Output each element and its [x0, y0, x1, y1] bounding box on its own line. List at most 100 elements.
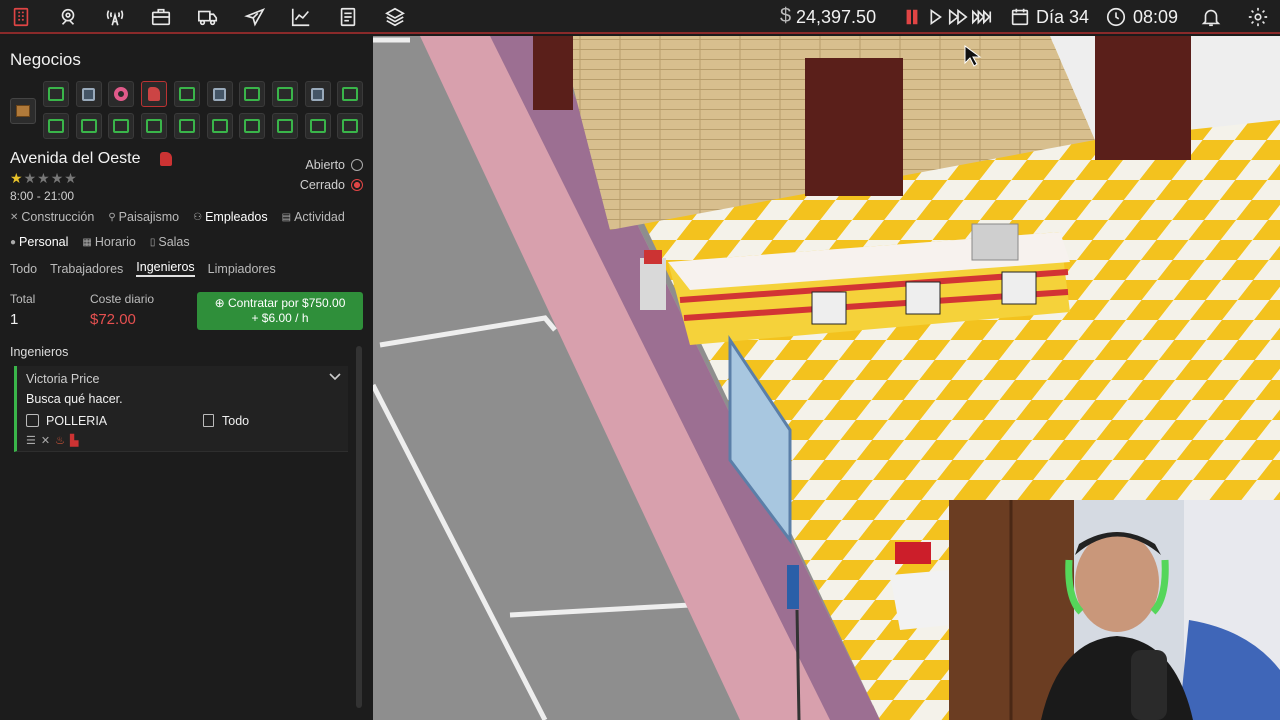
- filter-limpiadores[interactable]: Limpiadores: [208, 260, 276, 277]
- employee-location: POLLERIA: [46, 414, 108, 428]
- business-slot[interactable]: [75, 81, 102, 107]
- tab-personal[interactable]: ● Personal: [10, 235, 68, 249]
- checklist-icon: ☰: [26, 435, 36, 447]
- register-icon: [80, 119, 97, 133]
- panel-title: Negocios: [10, 50, 81, 69]
- register-icon: [113, 119, 130, 133]
- fastest-forward-icon[interactable]: [969, 4, 995, 30]
- business-slot[interactable]: [173, 113, 200, 139]
- chart-icon[interactable]: [288, 4, 314, 30]
- register-icon: [309, 119, 326, 133]
- sub-tabs: ● Personal ▦ Horario ▯ Salas: [10, 235, 190, 249]
- machine-icon: [82, 87, 96, 101]
- total-label: Total: [10, 292, 36, 306]
- bell-icon[interactable]: [1198, 4, 1224, 30]
- business-slot[interactable]: [271, 81, 298, 107]
- closed-radio[interactable]: [351, 179, 363, 191]
- truck-icon[interactable]: [195, 4, 221, 30]
- register-icon: [178, 87, 195, 101]
- document-icon[interactable]: [335, 4, 361, 30]
- business-slot[interactable]: [108, 81, 135, 107]
- chicken-icon: [148, 87, 161, 101]
- fast-forward-icon[interactable]: [945, 4, 971, 30]
- briefcase-icon[interactable]: [148, 4, 174, 30]
- business-slot[interactable]: [304, 81, 331, 107]
- person-icon: ●: [10, 236, 17, 248]
- door: [1095, 36, 1191, 160]
- business-slot[interactable]: [108, 113, 135, 139]
- day-counter: Día 34: [1036, 7, 1090, 27]
- airplane-icon[interactable]: [242, 4, 268, 30]
- open-option[interactable]: Abierto: [305, 158, 363, 172]
- hire-button[interactable]: ⊕ Contratar por $750.00 + $6.00 / h: [197, 292, 363, 330]
- employee-character[interactable]: [640, 258, 666, 310]
- business-slot[interactable]: [304, 113, 331, 139]
- register-icon: [342, 119, 359, 133]
- daily-cost-value: $72.00: [90, 311, 136, 328]
- fire-icon: ♨: [55, 435, 65, 447]
- tab-construccion[interactable]: ✕ Construcción: [10, 210, 94, 224]
- main-tabs: ✕ Construcción ⚲ Paisajismo ⚇ Empleados ▤ Ac…: [10, 210, 345, 224]
- register-icon: [178, 119, 195, 133]
- open-radio[interactable]: [351, 159, 363, 171]
- star-icon: ★: [23, 170, 38, 186]
- gear-icon[interactable]: [1245, 4, 1271, 30]
- business-slot[interactable]: [75, 113, 102, 139]
- streamer-face: [1075, 532, 1159, 632]
- donut-icon: [114, 87, 129, 101]
- business-slot[interactable]: [43, 81, 69, 107]
- register-icon: [244, 119, 261, 133]
- tab-empleados[interactable]: ⚇ Empleados: [193, 210, 268, 224]
- shovel-icon: ⚲: [108, 211, 116, 223]
- filter-ingenieros[interactable]: Ingenieros: [136, 260, 195, 277]
- broadcast-icon[interactable]: [102, 4, 128, 30]
- layers-icon[interactable]: [382, 4, 408, 30]
- business-slot[interactable]: [173, 81, 200, 107]
- register-icon: [146, 119, 163, 133]
- business-slot[interactable]: [206, 81, 233, 107]
- employee-room: Todo: [222, 414, 250, 428]
- business-slot[interactable]: [141, 81, 168, 107]
- business-slot[interactable]: [337, 81, 364, 107]
- total-value: 1: [10, 311, 19, 328]
- rating-stars: ★★★★★: [10, 170, 78, 187]
- daily-cost-label: Coste diario: [90, 292, 155, 306]
- door-icon: ▯: [149, 236, 156, 248]
- chair: [895, 542, 931, 564]
- calendar-icon: ▦: [82, 236, 92, 248]
- open-label: Abierto: [305, 158, 345, 172]
- tab-paisajismo[interactable]: ⚲ Paisajismo: [108, 210, 179, 224]
- register-icon: [211, 119, 228, 133]
- building-icon: [26, 414, 39, 427]
- business-slot[interactable]: [239, 113, 266, 139]
- closed-option[interactable]: Cerrado: [300, 178, 363, 192]
- crate-icon[interactable]: [10, 98, 36, 124]
- building-icon[interactable]: [8, 4, 34, 30]
- business-slot[interactable]: [43, 113, 69, 139]
- business-slot[interactable]: [239, 81, 266, 107]
- tab-horario[interactable]: ▦ Horario: [82, 235, 135, 249]
- register-icon: [276, 87, 293, 101]
- business-slot[interactable]: [141, 113, 168, 139]
- webcam-overlay: [949, 500, 1280, 720]
- tab-salas[interactable]: ▯ Salas: [150, 235, 190, 249]
- filter-todo[interactable]: Todo: [10, 260, 37, 277]
- map-pin-icon[interactable]: [55, 4, 81, 30]
- tools-icon: ✕: [40, 435, 51, 447]
- tab-actividad[interactable]: ▤ Actividad: [282, 210, 345, 224]
- register-icon: [48, 87, 64, 101]
- employee-card[interactable]: Victoria Price Busca qué hacer. POLLERIA…: [14, 366, 348, 452]
- top-bar: $ 24,397.50 Día 34 08:09: [0, 0, 1280, 34]
- business-slot[interactable]: [337, 113, 364, 139]
- calendar-icon: [1007, 4, 1033, 30]
- filter-trabajadores[interactable]: Trabajadores: [50, 260, 123, 277]
- panel-scrollbar[interactable]: [356, 346, 362, 708]
- chevron-down-icon[interactable]: [328, 370, 342, 384]
- business-slot[interactable]: [271, 113, 298, 139]
- microphone-icon: [1131, 650, 1167, 720]
- star-icon: ★: [50, 170, 65, 186]
- employee-traits: ☰ ✕ ♨ ▙: [26, 434, 78, 447]
- business-slot[interactable]: [206, 113, 233, 139]
- business-name: Avenida del Oeste: [10, 150, 141, 167]
- register-icon: [342, 87, 359, 101]
